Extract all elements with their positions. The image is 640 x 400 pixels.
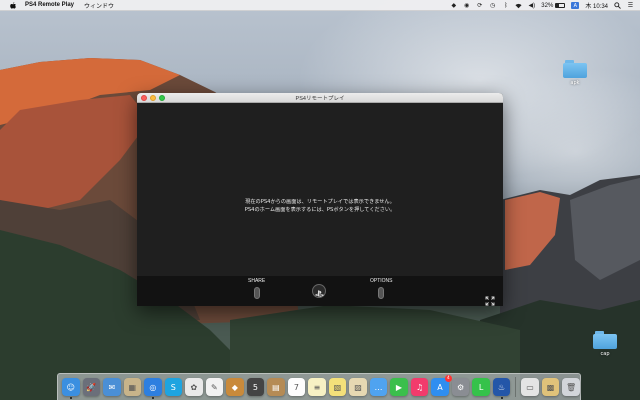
line-app-icon: L: [478, 382, 484, 392]
dock-item-documents-stack[interactable]: ▭: [521, 378, 539, 396]
message-line-2: PS4のホーム画面を表示するには、PSボタンを押してください。: [244, 207, 396, 213]
bluetooth-icon[interactable]: ᛒ: [502, 2, 509, 9]
remote-play-window: PS4リモートプレイ 現在のPS4からの画面は、リモートプレイでは表示できません…: [137, 93, 503, 306]
apple-menu-icon[interactable]: [10, 1, 16, 9]
contacts-icon: ▤: [272, 382, 280, 392]
photos-icon: ✿: [190, 382, 198, 392]
wifi-icon[interactable]: [515, 2, 522, 9]
ps-button[interactable]: [312, 284, 326, 298]
options-button[interactable]: [378, 287, 385, 299]
dock-item-line-app[interactable]: L: [472, 378, 490, 396]
dock-item-notes[interactable]: ≡: [308, 378, 326, 396]
notes-icon: ≡: [313, 382, 321, 392]
window-title: PS4リモートプレイ: [295, 95, 345, 102]
ps4-remote-play-icon: ♨: [498, 382, 506, 392]
dock-item-preview[interactable]: ▦: [123, 378, 142, 396]
fullscreen-button[interactable]: [485, 291, 495, 306]
notification-center-icon[interactable]: ☰: [627, 2, 634, 9]
calendar-icon: 7: [293, 382, 299, 392]
dock-item-preview-2[interactable]: ▨: [349, 378, 367, 396]
folder-label: cap: [600, 351, 610, 357]
time-machine-icon[interactable]: ◷: [489, 2, 496, 9]
trash-icon: 🗑: [566, 382, 577, 392]
dock-item-skype[interactable]: S: [164, 378, 183, 396]
desktop-folder-apk[interactable]: apk: [563, 60, 587, 86]
itunes-icon: ♫: [415, 382, 424, 392]
evernote-icon[interactable]: ◉: [463, 2, 470, 9]
dock-item-facetime[interactable]: ▶: [390, 378, 408, 396]
preview-icon: ▦: [128, 382, 137, 392]
documents-stack-icon: ▭: [526, 382, 534, 392]
status-message: 現在のPS4からの画面は、リモートプレイでは表示できません。 PS4のホーム画面…: [137, 198, 503, 214]
dock-item-messages[interactable]: …: [369, 378, 388, 396]
menu-bar: PS4 Remote Play ウィンドウ ◆ ◉ ⟳ ◷ ᛒ ◀) 32% A…: [0, 0, 640, 11]
launchpad-icon: 🚀: [86, 382, 97, 392]
pencil-app-icon: ✎: [211, 382, 218, 392]
notification-badge: 4: [444, 375, 452, 382]
running-indicator: [500, 397, 503, 399]
dock-item-finder[interactable]: ☺: [62, 378, 80, 399]
running-indicator: [151, 397, 154, 399]
options-label: OPTIONS: [370, 278, 393, 284]
pixelmator-icon: ◆: [231, 382, 238, 392]
controller-bar: SHARE OPTIONS: [137, 276, 503, 306]
mail-app-icon: ✉: [108, 382, 116, 392]
books-app-icon: 5: [252, 382, 258, 392]
messages-icon: …: [374, 382, 383, 392]
share-control: SHARE: [248, 278, 265, 299]
dock-item-contacts[interactable]: ▤: [267, 378, 285, 396]
dock-item-itunes[interactable]: ♫: [410, 378, 429, 396]
dock-item-mail-app[interactable]: ✉: [103, 378, 121, 396]
clock[interactable]: 木 10:34: [585, 1, 608, 10]
dock-item-safari[interactable]: ◎: [144, 378, 162, 399]
folder-icon: [593, 331, 617, 349]
finder-icon: ☺: [66, 382, 75, 392]
dock-item-trash[interactable]: 🗑: [562, 378, 580, 396]
dock-item-app-store[interactable]: A4: [431, 375, 452, 396]
message-line-1: 現在のPS4からの画面は、リモートプレイでは表示できません。: [245, 199, 395, 205]
dock-item-photos[interactable]: ✿: [185, 378, 203, 396]
battery-indicator[interactable]: 32%: [541, 2, 566, 9]
dock-item-books-app[interactable]: 5: [246, 378, 265, 396]
running-indicator: [69, 397, 72, 399]
folder-label: apk: [570, 80, 580, 86]
folder-icon: [563, 60, 587, 78]
fullscreen-icon: [485, 291, 495, 306]
remote-play-screen: 現在のPS4からの画面は、リモートプレイでは表示できません。 PS4のホーム画面…: [137, 103, 503, 306]
facetime-icon: ▶: [395, 382, 403, 392]
battery-icon: [555, 3, 566, 8]
dropbox-icon[interactable]: ◆: [450, 2, 457, 9]
dock-item-launchpad[interactable]: 🚀: [82, 378, 101, 396]
spotlight-icon[interactable]: [614, 2, 621, 9]
desktop-folder-cap[interactable]: cap: [593, 331, 617, 357]
window-menu[interactable]: ウィンドウ: [84, 1, 114, 10]
dock-separator: [515, 377, 517, 397]
dock-item-system-preferences[interactable]: ⚙: [451, 378, 470, 396]
dock-item-pixelmator[interactable]: ◆: [226, 378, 244, 396]
skype-icon: S: [170, 382, 176, 392]
status-area: ◆ ◉ ⟳ ◷ ᛒ ◀) 32% A 木 10:34 ☰: [450, 0, 634, 11]
dock-item-stickies[interactable]: ▧: [328, 378, 347, 396]
system-preferences-icon: ⚙: [456, 382, 465, 392]
share-button[interactable]: [253, 287, 260, 299]
input-source-icon[interactable]: A: [571, 2, 580, 9]
stickies-icon: ▧: [333, 382, 342, 392]
battery-percent: 32%: [541, 2, 554, 9]
dock-item-pencil-app[interactable]: ✎: [205, 378, 224, 396]
app-store-icon: A: [437, 382, 443, 392]
dock-item-ps4-remote-play[interactable]: ♨: [492, 378, 511, 399]
window-titlebar[interactable]: PS4リモートプレイ: [137, 93, 503, 103]
dock-item-calendar[interactable]: 7: [287, 378, 306, 396]
app-menu[interactable]: PS4 Remote Play: [25, 2, 74, 8]
playstation-icon: [314, 282, 324, 301]
sync-icon[interactable]: ⟳: [476, 2, 483, 9]
preview-2-icon: ▨: [354, 382, 362, 392]
options-control: OPTIONS: [370, 278, 393, 299]
volume-icon[interactable]: ◀): [528, 2, 535, 9]
share-label: SHARE: [248, 278, 266, 284]
dock-item-downloads-stack[interactable]: ▩: [541, 378, 560, 396]
safari-icon: ◎: [149, 382, 157, 392]
dock: ☺ 🚀 ✉ ▦ ◎ S ✿ ✎ ◆ 5 ▤ 7 ≡ ▧ ▨ … ▶ ♫ A 4 ⚙ L ♨ ▭ ▩ 🗑: [57, 373, 581, 400]
downloads-stack-icon: ▩: [546, 382, 555, 392]
